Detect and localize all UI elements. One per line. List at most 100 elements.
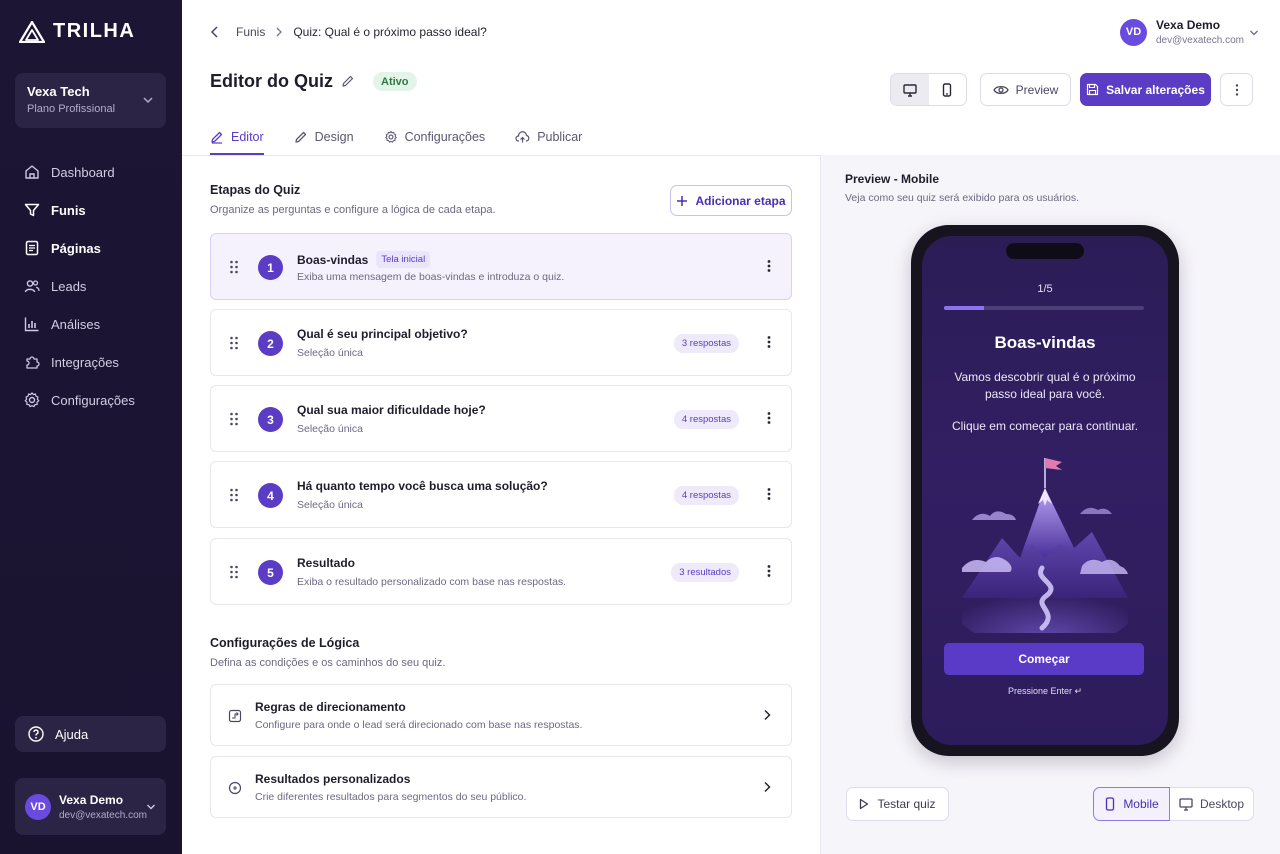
quiz-progress-fill (944, 306, 984, 310)
step-number: 1 (258, 255, 283, 280)
sidebar-item-label: Análises (51, 316, 101, 332)
enter-hint: Pressione Enter ↵ (1007, 686, 1083, 696)
custom-results-item[interactable]: Resultados personalizados Crie diferente… (210, 756, 792, 818)
drag-handle-icon[interactable] (229, 412, 239, 426)
start-quiz-button[interactable]: Começar (944, 643, 1144, 675)
brush-icon (295, 131, 306, 143)
sidebar: TRILHA Vexa Tech Plano Profissional Dash… (0, 0, 182, 854)
gear-icon (384, 130, 397, 143)
routing-icon (228, 709, 242, 723)
test-quiz-button[interactable]: Testar quiz (846, 787, 949, 821)
step-title: Resultado (297, 556, 356, 570)
sidebar-item-funis[interactable]: Funis (15, 191, 166, 229)
device-toggle (890, 73, 967, 106)
step-card[interactable]: 5 Resultado Exiba o resultado personaliz… (210, 538, 792, 605)
quiz-heading: Boas-vindas (994, 333, 1096, 352)
drag-handle-icon[interactable] (229, 565, 239, 579)
editor-tabs: Editor Design Configurações Publicar (210, 118, 582, 155)
user-email: dev@vexatech.com (59, 809, 147, 821)
save-button[interactable]: Salvar alterações (1080, 73, 1211, 106)
step-number: 5 (258, 560, 283, 585)
chart-icon (24, 317, 39, 332)
step-card[interactable]: 4 Há quanto tempo você busca uma solução… (210, 461, 792, 528)
workspace-switcher[interactable]: Vexa Tech Plano Profissional (15, 73, 166, 128)
chevron-right-icon (764, 709, 771, 721)
add-step-label: Adicionar etapa (695, 193, 786, 208)
drag-handle-icon[interactable] (229, 260, 239, 274)
mobile-view-button[interactable] (929, 74, 967, 105)
top-user-menu[interactable]: VD Vexa Demo dev@vexatech.com (1120, 18, 1258, 46)
steps-section-title: Etapas do Quiz (210, 183, 301, 197)
preview-desktop-button[interactable]: Desktop (1170, 787, 1254, 821)
desktop-label: Desktop (1199, 797, 1245, 811)
tab-label: Design (314, 129, 354, 144)
kebab-menu-icon[interactable] (767, 335, 771, 349)
brand-logo[interactable]: TRILHA (19, 20, 135, 43)
step-number: 3 (258, 407, 283, 432)
user-name: Vexa Demo (59, 792, 124, 807)
sidebar-item-leads[interactable]: Leads (15, 267, 166, 305)
tab-editor[interactable]: Editor (210, 118, 264, 155)
add-step-button[interactable]: Adicionar etapa (670, 185, 792, 216)
more-options-button[interactable] (1220, 73, 1253, 106)
tab-publicar[interactable]: Publicar (515, 118, 582, 155)
logic-section-title: Configurações de Lógica (210, 636, 360, 650)
logic-section-subtitle: Defina as condições e os caminhos do seu… (210, 657, 446, 669)
user-menu[interactable]: VD Vexa Demo dev@vexatech.com (15, 778, 166, 835)
edit-pencil-icon[interactable] (341, 74, 355, 88)
kebab-menu-icon[interactable] (767, 259, 771, 273)
logic-item-title: Resultados personalizados (255, 772, 411, 786)
tab-configuracoes[interactable]: Configurações (384, 118, 485, 155)
phone-icon (943, 82, 952, 97)
drag-handle-icon[interactable] (229, 488, 239, 502)
chevron-down-icon (143, 97, 153, 104)
user-email: dev@vexatech.com (1156, 35, 1244, 46)
kebab-menu-icon[interactable] (767, 564, 771, 578)
step-subtitle: Seleção única (297, 347, 363, 359)
help-button[interactable]: Ajuda (15, 716, 166, 752)
kebab-menu-icon[interactable] (767, 487, 771, 501)
step-card[interactable]: 3 Qual sua maior dificuldade hoje? Seleç… (210, 385, 792, 452)
save-icon (1087, 83, 1099, 96)
desktop-view-button[interactable] (891, 74, 929, 105)
tab-design[interactable]: Design (294, 118, 354, 155)
avatar: VD (1120, 18, 1147, 46)
breadcrumb-parent[interactable]: Funis (236, 25, 265, 39)
more-dots-icon (1235, 83, 1238, 96)
home-icon (25, 165, 39, 179)
kebab-menu-icon[interactable] (767, 411, 771, 425)
logo-triangle-icon (19, 20, 45, 43)
sidebar-item-dashboard[interactable]: Dashboard (15, 153, 166, 191)
preview-button[interactable]: Preview (980, 73, 1071, 106)
preview-label: Preview (1015, 82, 1059, 97)
help-label: Ajuda (55, 726, 89, 742)
breadcrumb-current-prefix: Quiz: Qual é o próximo (293, 25, 420, 39)
funnel-icon (24, 203, 40, 217)
preview-mobile-button[interactable]: Mobile (1093, 787, 1170, 821)
sidebar-item-label: Páginas (51, 240, 101, 256)
sidebar-item-paginas[interactable]: Páginas (15, 229, 166, 267)
eye-icon (992, 85, 1009, 94)
tab-label: Editor (231, 129, 264, 144)
sidebar-item-analises[interactable]: Análises (15, 305, 166, 343)
sidebar-item-label: Dashboard (51, 164, 115, 180)
steps-section-subtitle: Organize as perguntas e configure a lógi… (210, 204, 496, 216)
test-quiz-label: Testar quiz (877, 797, 936, 811)
sidebar-item-label: Configurações (51, 392, 135, 408)
step-title: Qual sua maior dificuldade hoje? (297, 403, 486, 417)
sidebar-item-integracoes[interactable]: Integrações (15, 343, 166, 381)
routing-rules-item[interactable]: Regras de direcionamento Configure para … (210, 684, 792, 746)
preview-subtitle: Veja como seu quiz será exibido para os … (845, 192, 1080, 204)
step-title: Há quanto tempo você busca uma solução? (297, 479, 548, 493)
step-subtitle: Seleção única (297, 499, 363, 511)
preview-device-toggle: Mobile Desktop (1093, 787, 1254, 821)
step-card[interactable]: 2 Qual é seu principal objetivo? Seleção… (210, 309, 792, 376)
drag-handle-icon[interactable] (229, 336, 239, 350)
back-chevron-icon[interactable] (210, 26, 220, 38)
sidebar-item-configuracoes[interactable]: Configurações (15, 381, 166, 419)
phone-notch (1006, 243, 1084, 259)
step-number: 2 (258, 331, 283, 356)
sidebar-item-label: Funis (51, 202, 86, 218)
monitor-icon (1179, 798, 1193, 811)
step-card[interactable]: 1 Boas-vindas Tela inicial Exiba uma mens… (210, 233, 792, 300)
